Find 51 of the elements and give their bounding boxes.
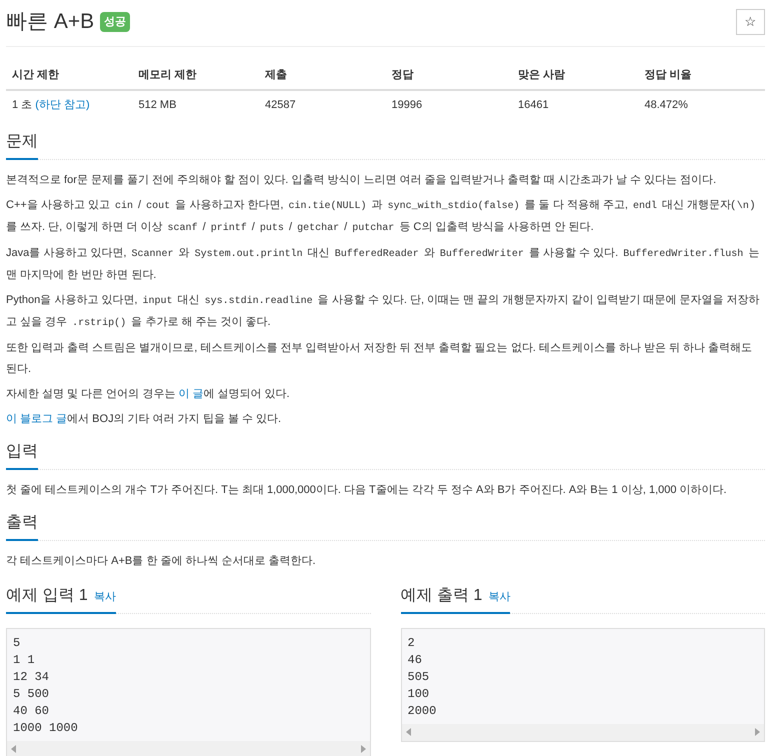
column-header: 맞은 사람 xyxy=(512,60,638,90)
table-cell: 16461 xyxy=(512,90,638,120)
link[interactable]: 이 글 xyxy=(178,388,204,400)
sample-line: 12 34 xyxy=(13,668,50,686)
column-header: 메모리 제한 xyxy=(132,60,259,90)
paragraph: Java를 사용하고 있다면, Scanner 와 System.out.println 대신 BufferedReader 와 BufferedWriter 를 사용할 수 있다. BufferedWriter.flush 는 맨 마지막에 한 번만 하면 된다. xyxy=(6,246,760,282)
scroll-right-icon[interactable] xyxy=(754,728,760,736)
sample-line: 1 1 xyxy=(13,652,36,668)
paragraph: 이 블로그 글에서 BOJ의 기타 여러 가지 팁을 볼 수 있다. xyxy=(6,412,282,426)
link[interactable]: 이 블로그 글 xyxy=(6,412,68,424)
section-heading: 출력 xyxy=(6,510,38,540)
paragraph: 또한 입력과 출력 스트림은 별개이므로, 테스트케이스를 전부 입력받아서 저장한 뒤 전부 출력할 필요는 없다. 테스트케이스를 하나 받은 뒤 하나 출력해도 된다. xyxy=(6,340,754,376)
sample-line: 2 xyxy=(408,634,416,652)
scroll-left-icon[interactable] xyxy=(11,745,17,753)
paragraph: 첫 줄에 테스트케이스의 개수 T가 주어진다. T는 최대 1,000,000이다. 다음 T줄에는 각각 두 정수 A와 B가 주어진다. A와 B는 1 이상, 1,000 이하이다. xyxy=(6,482,728,498)
table-cell: 42587 xyxy=(259,90,386,120)
paragraph: C++을 사용하고 있고 cin / cout 을 사용하고자 한다면, cin.tie(NULL) 과 sync_with_stdio(false) 를 둘 다 적용해 주고, endl 대신 개행문자( \n )를 쓰자. 단, 이렇게 하면 더 이상 scanf / printf / puts / getchar / putchar 등 C의 입출력 방식을 사용하면 안 된다. xyxy=(6,198,756,236)
problem-title: 빠른 A+B xyxy=(6,9,94,35)
sample-line: 5 xyxy=(13,634,22,652)
scroll-left-icon[interactable] xyxy=(406,728,412,736)
scrollbar[interactable] xyxy=(402,724,764,740)
column-header: 정답 xyxy=(386,60,512,90)
paragraph: 각 테스트케이스마다 A+B를 한 줄에 하나씩 순서대로 출력한다. xyxy=(6,554,317,568)
result-badge: 성공 xyxy=(100,12,130,32)
copy-link[interactable]: 복사 xyxy=(94,588,116,605)
column-header: 제출 xyxy=(259,60,386,90)
sample-line: 505 xyxy=(408,668,430,686)
section-heading: 입력 xyxy=(6,440,38,470)
column-header: 정답 비율 xyxy=(638,60,765,90)
column-header: 시간 제한 xyxy=(6,60,132,90)
sample-line: 2000 xyxy=(408,702,438,720)
copy-link[interactable]: 복사 xyxy=(488,588,510,605)
table-cell: 48.472% xyxy=(638,90,765,120)
paragraph: 본격적으로 for문 문제를 풀기 전에 주의해야 할 점이 있다. 입출력 방식이 느리면 여러 줄을 입력받거나 출력할 때 시간초과가 날 수 있다는 점이다. xyxy=(6,172,718,188)
star-button[interactable]: ☆ xyxy=(736,8,765,35)
scroll-right-icon[interactable] xyxy=(360,745,366,753)
sample-line: 1000 1000 xyxy=(13,720,79,736)
sample-line: 46 xyxy=(408,652,423,668)
paragraph: 자세한 설명 및 다른 언어의 경우는 이 글에 설명되어 있다. xyxy=(6,386,291,402)
table-cell: 1 초 (하단 참고) xyxy=(6,90,132,120)
sample-line: 5 500 xyxy=(13,686,50,702)
scrollbar[interactable] xyxy=(7,740,370,756)
section-heading: 문제 xyxy=(6,130,38,160)
table-cell: 19996 xyxy=(386,90,512,120)
paragraph: Python을 사용하고 있다면, input 대신 sys.stdin.readline 을 사용할 수 있다. 단, 이때는 맨 끝의 개행문자까지 같이 입력받기 때문에 문자열을 저장하고 싶을 경우 .rstrip() 을 추가로 해 주는 것이 좋다. xyxy=(6,292,761,330)
link[interactable]: (하단 참고) xyxy=(35,99,90,111)
sample-line: 40 60 xyxy=(13,702,50,720)
table-cell: 512 MB xyxy=(132,90,259,120)
sample-line: 100 xyxy=(408,686,430,702)
example-heading: 예제 입력 1 xyxy=(6,586,88,606)
example-heading: 예제 출력 1 xyxy=(400,586,482,606)
